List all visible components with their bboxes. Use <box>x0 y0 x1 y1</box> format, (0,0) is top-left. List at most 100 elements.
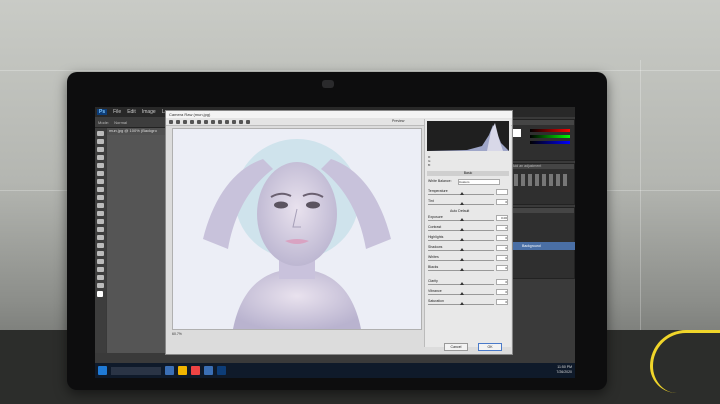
start-icon[interactable] <box>98 366 107 375</box>
slider-vibrance[interactable]: Vibrance 0 <box>428 289 508 297</box>
menu-image[interactable]: Image <box>142 109 156 115</box>
crop-tool-icon[interactable] <box>97 163 104 168</box>
ok-button[interactable]: OK <box>478 343 502 351</box>
zoom-level[interactable]: 60.7% <box>172 332 182 336</box>
move-tool-icon[interactable] <box>97 131 104 136</box>
adjustment-icons[interactable] <box>514 174 570 186</box>
menu-file[interactable]: File <box>113 109 121 115</box>
radial-filter-icon[interactable] <box>246 119 250 124</box>
blue-slider[interactable] <box>530 141 570 144</box>
slider-value[interactable]: 0 <box>496 225 508 231</box>
floor-tile-line <box>640 60 641 330</box>
file-explorer-icon[interactable] <box>178 366 187 375</box>
red-eye-icon[interactable] <box>225 119 229 124</box>
foreground-color-swatch[interactable] <box>97 291 103 297</box>
slider-tint[interactable]: Tint 0 <box>428 199 508 207</box>
slider-knob[interactable] <box>460 228 464 231</box>
wand-tool-icon[interactable] <box>97 155 104 160</box>
document-tab[interactable]: mun.jpg @ 100% (Backgro <box>107 128 167 135</box>
hand-tool-icon[interactable] <box>97 275 104 280</box>
slider-value[interactable] <box>496 189 508 195</box>
graduated-filter-icon[interactable] <box>239 119 243 124</box>
straighten-tool-icon[interactable] <box>211 119 215 124</box>
history-brush-icon[interactable] <box>97 203 104 208</box>
slider-value[interactable]: 0 <box>496 199 508 205</box>
auto-default-links[interactable]: Auto Default <box>450 209 469 213</box>
task-view-icon[interactable] <box>165 366 174 375</box>
slider-value[interactable]: 0 <box>496 235 508 241</box>
pen-tool-icon[interactable] <box>97 243 104 248</box>
slider-highlights[interactable]: Highlights 0 <box>428 235 508 243</box>
blur-tool-icon[interactable] <box>97 227 104 232</box>
slider-blacks[interactable]: Blacks 0 <box>428 265 508 273</box>
healing-tool-icon[interactable] <box>97 179 104 184</box>
slider-value[interactable]: 0 <box>496 265 508 271</box>
slider-clarity[interactable]: Clarity 0 <box>428 279 508 287</box>
slider-value[interactable]: 0 <box>496 279 508 285</box>
slider-value[interactable]: 0 <box>496 255 508 261</box>
crop-tool-icon[interactable] <box>204 119 208 124</box>
slider-knob[interactable] <box>460 282 464 285</box>
slider-label: Shadows <box>428 245 443 249</box>
slider-knob[interactable] <box>460 248 464 251</box>
slider-exposure[interactable]: Exposure 0.00 <box>428 215 508 223</box>
store-icon[interactable] <box>204 366 213 375</box>
fg-swatch[interactable] <box>513 129 521 137</box>
basic-header[interactable]: Basic <box>427 171 509 176</box>
color-panel-header <box>510 120 574 125</box>
slider-temperature[interactable]: Temperature <box>428 189 508 197</box>
slider-label: Clarity <box>428 279 438 283</box>
lasso-tool-icon[interactable] <box>97 147 104 152</box>
slider-knob[interactable] <box>460 202 464 205</box>
laptop-screen: Ps File Edit Image Layer Mode: Normal mu… <box>95 107 575 378</box>
shape-tool-icon[interactable] <box>97 267 104 272</box>
adjustment-brush-icon[interactable] <box>232 119 236 124</box>
slider-value[interactable]: 0 <box>496 289 508 295</box>
slider-knob[interactable] <box>460 218 464 221</box>
eyedropper-tool-icon[interactable] <box>97 171 104 176</box>
chrome-icon[interactable] <box>191 366 200 375</box>
search-box[interactable] <box>111 366 161 375</box>
camera-raw-settings: R: G: B: Basic White Balance: Custom Tempe… <box>424 119 511 347</box>
slider-value[interactable]: 0 <box>496 245 508 251</box>
slider-knob[interactable] <box>460 268 464 271</box>
stamp-tool-icon[interactable] <box>97 195 104 200</box>
hand-tool-icon[interactable] <box>176 119 180 124</box>
cancel-button[interactable]: Cancel <box>444 343 468 351</box>
slider-shadows[interactable]: Shadows 0 <box>428 245 508 253</box>
brush-tool-icon[interactable] <box>97 187 104 192</box>
layer-background[interactable]: Background <box>512 242 575 250</box>
slider-knob[interactable] <box>460 192 464 195</box>
marquee-tool-icon[interactable] <box>97 139 104 144</box>
slider-whites[interactable]: Whites 0 <box>428 255 508 263</box>
green-slider[interactable] <box>530 135 570 138</box>
slider-knob[interactable] <box>460 292 464 295</box>
camera-raw-dialog: Camera Raw (mun.jpg) Preview 60.7% R: G:… <box>165 110 513 355</box>
color-sampler-icon[interactable] <box>190 119 194 124</box>
dodge-tool-icon[interactable] <box>97 235 104 240</box>
slider-knob[interactable] <box>460 258 464 261</box>
zoom-tool-icon[interactable] <box>97 283 104 288</box>
slider-value[interactable]: 0.00 <box>496 215 508 221</box>
slider-value[interactable]: 0 <box>496 299 508 305</box>
type-tool-icon[interactable] <box>97 251 104 256</box>
menu-edit[interactable]: Edit <box>127 109 136 115</box>
eraser-tool-icon[interactable] <box>97 211 104 216</box>
slider-knob[interactable] <box>460 302 464 305</box>
mode-select[interactable]: Normal <box>114 120 127 125</box>
white-balance-select[interactable]: Custom <box>458 179 500 185</box>
preview-checkbox[interactable]: Preview <box>392 119 404 123</box>
clock-date: 7/26/2020 <box>556 370 572 374</box>
slider-knob[interactable] <box>460 238 464 241</box>
spot-removal-icon[interactable] <box>218 119 222 124</box>
adjustments-label: Add an adjustment <box>510 164 574 169</box>
slider-saturation[interactable]: Saturation 0 <box>428 299 508 307</box>
gradient-tool-icon[interactable] <box>97 219 104 224</box>
red-slider[interactable] <box>530 129 570 132</box>
slider-contrast[interactable]: Contrast 0 <box>428 225 508 233</box>
white-balance-tool-icon[interactable] <box>183 119 187 124</box>
photoshop-taskbar-icon[interactable] <box>217 366 226 375</box>
path-tool-icon[interactable] <box>97 259 104 264</box>
zoom-tool-icon[interactable] <box>169 119 173 124</box>
target-adjust-icon[interactable] <box>197 119 201 124</box>
